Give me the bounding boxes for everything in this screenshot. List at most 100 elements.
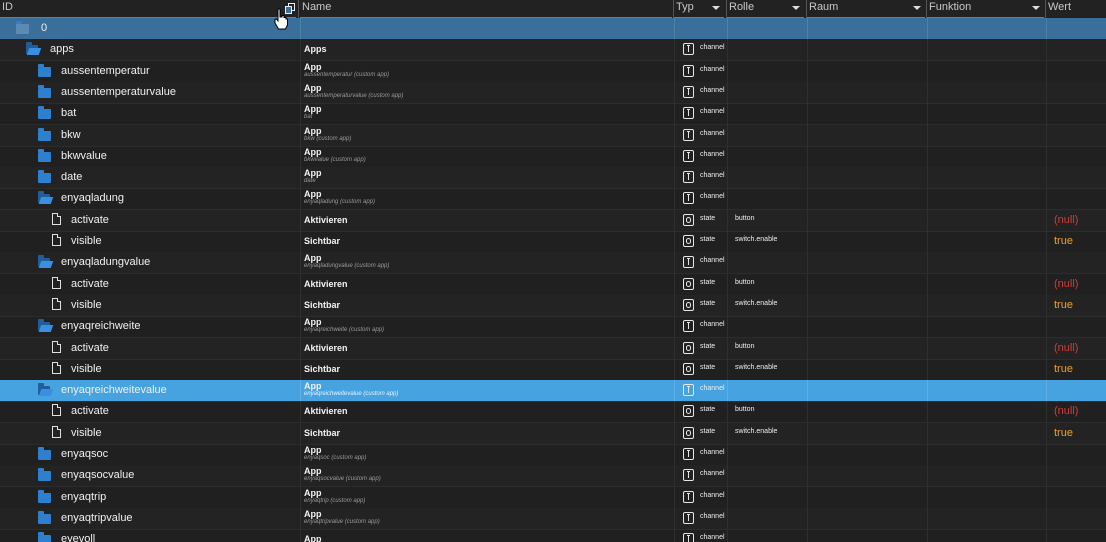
object-name: App xyxy=(304,253,322,263)
channel-type-icon xyxy=(683,512,694,524)
column-header-name-label: Name xyxy=(302,1,332,13)
column-divider xyxy=(674,401,675,422)
object-type: state xyxy=(700,300,716,307)
column-divider xyxy=(807,82,808,103)
table-row[interactable]: activate Aktivieren state button (null) xyxy=(0,401,1106,423)
file-icon xyxy=(52,213,61,225)
channel-type-icon xyxy=(683,256,694,268)
column-header: ID Name Typ Rolle Raum Funktion Wert xyxy=(0,0,1106,18)
column-divider xyxy=(807,359,808,380)
object-value[interactable]: (null) xyxy=(1054,214,1078,226)
object-description: bat xyxy=(304,114,313,120)
column-filter-rolle[interactable]: Rolle xyxy=(727,0,804,18)
folder-icon xyxy=(38,490,51,503)
table-row[interactable]: eyevoll App channel xyxy=(0,529,1106,542)
table-row[interactable]: bat App bat channel xyxy=(0,103,1106,125)
table-row[interactable]: visible Sichtbar state switch.enable true xyxy=(0,231,1106,253)
table-row[interactable]: visible Sichtbar state switch.enable true xyxy=(0,423,1106,445)
column-divider xyxy=(1046,423,1047,444)
object-name: App xyxy=(304,147,322,157)
table-row[interactable]: activate Aktivieren state button (null) xyxy=(0,210,1106,232)
column-filter-raum[interactable]: Raum xyxy=(807,0,925,18)
file-icon xyxy=(52,362,61,374)
object-type: state xyxy=(700,428,716,435)
table-row[interactable]: apps Apps channel xyxy=(0,39,1106,61)
name-cell: Aktivieren xyxy=(303,210,673,231)
column-header-wert[interactable]: Wert xyxy=(1046,0,1106,17)
object-role: switch.enable xyxy=(735,364,778,371)
table-row[interactable]: aussentemperatur App aussentemperatur (cus… xyxy=(0,61,1106,83)
channel-type-icon xyxy=(683,448,694,460)
name-cell: App bat xyxy=(303,103,673,124)
object-id: enyaqladungvalue xyxy=(61,256,151,268)
table-row[interactable]: activate Aktivieren state button (null) xyxy=(0,338,1106,360)
object-description: enyaqreichweite (custom app) xyxy=(304,327,385,333)
table-row[interactable]: activate Aktivieren state button (null) xyxy=(0,274,1106,296)
object-name: Sichtbar xyxy=(304,236,341,246)
table-row[interactable]: bkw App bkw (custom app) channel xyxy=(0,125,1106,147)
object-type: channel xyxy=(700,172,725,179)
column-divider xyxy=(727,487,728,508)
folder-icon xyxy=(38,170,51,183)
column-divider xyxy=(727,529,728,542)
column-divider xyxy=(807,295,808,316)
object-name: App xyxy=(304,104,322,114)
name-cell: App enyaqreichweite (custom app) xyxy=(303,316,673,337)
object-id: visible xyxy=(71,363,102,375)
column-filter-typ[interactable]: Typ xyxy=(674,0,724,18)
column-divider xyxy=(927,252,928,273)
table-row[interactable]: enyaqtrip App enyaqtrip (custom app) channe… xyxy=(0,487,1106,509)
column-divider xyxy=(1046,167,1047,188)
table-row[interactable]: aussentemperaturvalue App aussentemperatur… xyxy=(0,82,1106,104)
object-value[interactable]: true xyxy=(1054,235,1073,247)
table-row[interactable]: visible Sichtbar state switch.enable true xyxy=(0,359,1106,381)
table-row[interactable]: enyaqreichweite App enyaqreichweite (custo… xyxy=(0,316,1106,338)
column-divider xyxy=(300,39,301,60)
object-name: Apps xyxy=(304,44,327,54)
column-divider xyxy=(727,295,728,316)
object-name: App xyxy=(304,189,322,199)
object-value[interactable]: (null) xyxy=(1054,342,1078,354)
table-row[interactable]: date App date channel xyxy=(0,167,1106,189)
column-divider xyxy=(727,444,728,465)
name-cell: App enyaqladungvalue (custom app) xyxy=(303,252,673,273)
column-resize-handle[interactable] xyxy=(298,0,299,18)
column-divider xyxy=(727,465,728,486)
object-id: enyaqreichweite xyxy=(61,320,141,332)
column-divider xyxy=(1046,380,1047,401)
table-row[interactable]: enyaqladung App enyaqladung (custom app) ch… xyxy=(0,188,1106,210)
object-id: activate xyxy=(71,278,109,290)
table-row[interactable]: enyaqsocvalue App enyaqsocvalue (custom ap… xyxy=(0,465,1106,487)
object-value[interactable]: true xyxy=(1054,427,1073,439)
object-value[interactable]: true xyxy=(1054,299,1073,311)
object-value[interactable]: (null) xyxy=(1054,405,1078,417)
object-value[interactable]: (null) xyxy=(1054,278,1078,290)
column-filter-funktion[interactable]: Funktion xyxy=(927,0,1044,18)
state-type-icon xyxy=(683,235,694,247)
table-row[interactable]: visible Sichtbar state switch.enable true xyxy=(0,295,1106,317)
table-row[interactable]: bkwvalue App bkwvalue (custom app) channel xyxy=(0,146,1106,168)
column-header-id[interactable]: ID xyxy=(0,0,296,18)
column-divider xyxy=(927,61,928,82)
object-type: state xyxy=(700,236,716,243)
table-row[interactable]: enyaqladungvalue App enyaqladungvalue (cus… xyxy=(0,252,1106,274)
table-row[interactable]: enyaqsoc App enyaqsoc (custom app) channel xyxy=(0,444,1106,466)
object-description: bkwvalue (custom app) xyxy=(304,157,366,163)
table-row[interactable]: 0 xyxy=(0,18,1106,40)
table-row[interactable]: enyaqreichweitevalue App enyaqreichweiteva… xyxy=(0,380,1106,402)
column-header-name[interactable]: Name xyxy=(300,0,672,18)
object-name: Sichtbar xyxy=(304,364,341,374)
state-type-icon xyxy=(683,214,694,226)
name-cell: Aktivieren xyxy=(303,274,673,295)
column-divider xyxy=(927,338,928,359)
object-value[interactable]: true xyxy=(1054,363,1073,375)
column-divider xyxy=(300,359,301,380)
object-type: state xyxy=(700,406,716,413)
table-row[interactable]: enyaqtripvalue App enyaqtripvalue (custom … xyxy=(0,508,1106,530)
file-icon xyxy=(52,426,61,438)
column-divider xyxy=(1046,146,1047,167)
object-id: activate xyxy=(71,342,109,354)
column-divider xyxy=(1046,125,1047,146)
object-description: enyaqreichweitevalue (custom app) xyxy=(304,391,399,397)
column-divider xyxy=(1046,82,1047,103)
